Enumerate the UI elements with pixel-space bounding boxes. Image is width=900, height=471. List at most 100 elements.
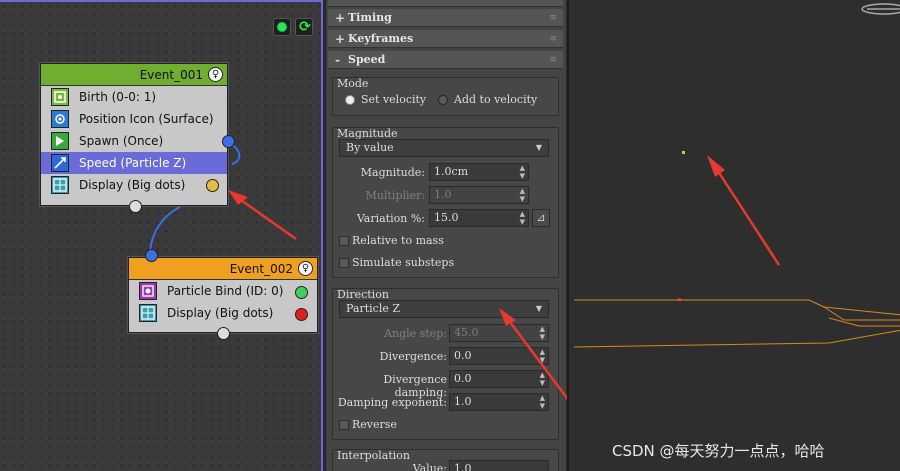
reverse-checkbox[interactable] xyxy=(339,420,349,430)
annotation-arrow-head xyxy=(707,155,725,177)
grip-icon: ≡ xyxy=(549,34,557,44)
display-color-swatch[interactable] xyxy=(206,179,219,192)
3d-viewport[interactable] xyxy=(567,0,900,471)
watermark: CSDN @每天努力一点点，哈哈 xyxy=(612,442,825,460)
triangle-icon-button[interactable]: ⊿ xyxy=(532,209,550,227)
operator-label: Birth (0-0: 1) xyxy=(79,90,157,104)
add-to-velocity-radio[interactable] xyxy=(438,95,448,105)
set-velocity-radio[interactable] xyxy=(345,95,355,105)
viewport-scene xyxy=(573,3,900,348)
spinner-value: 45.0 xyxy=(454,326,479,339)
spinner-arrows-icon[interactable]: ▲ ▼ xyxy=(520,187,525,203)
divergence-label: Divergence: xyxy=(379,350,447,363)
spinner-value: 0.0 xyxy=(454,349,472,362)
operator-speed[interactable]: Speed (Particle Z) xyxy=(41,152,227,174)
operator-particle-bind[interactable]: Particle Bind (ID: 0) xyxy=(129,280,317,302)
damping-exponent-label: Damping exponent: xyxy=(337,396,447,409)
operator-spawn[interactable]: Spawn (Once) xyxy=(41,130,227,152)
divergence-damping-spinner[interactable]: 0.0 ▲ ▼ xyxy=(449,370,549,388)
reverse-label: Reverse xyxy=(352,418,397,431)
event-002-node[interactable]: Event_002 ♀ Particle Bind (ID: 0) Displa… xyxy=(128,249,318,340)
event-001-output-port[interactable] xyxy=(129,200,142,213)
variation-spinner[interactable]: 15.0 ▲ ▼ xyxy=(429,209,529,227)
damping-exponent-spinner[interactable]: 1.0 ▲ ▼ xyxy=(449,393,549,411)
interpolation-group: Interpolation Value: 1.0 xyxy=(332,449,559,471)
dropdown-value: Particle Z xyxy=(346,302,400,315)
magnitude-mode-dropdown[interactable]: By value ▼ xyxy=(339,139,549,157)
magnitude-label: Magnitude: xyxy=(360,166,425,179)
position-icon xyxy=(51,110,69,128)
dropdown-arrow-icon: ▼ xyxy=(535,143,542,152)
angle-step-label: Angle step: xyxy=(384,327,447,340)
particle-view-node-editor[interactable]: ⟳ Event_001 ♀ Birth (0-0: 1) Position Ic… xyxy=(0,0,323,471)
event-001-header[interactable]: Event_001 ♀ xyxy=(41,64,227,86)
lightbulb-icon[interactable]: ♀ xyxy=(298,261,313,276)
rollout-speed[interactable]: - Speed ≡ xyxy=(328,51,563,69)
event-001-title: Event_001 xyxy=(139,68,203,82)
spawn-output-port[interactable] xyxy=(222,135,235,148)
operator-label: Display (Big dots) xyxy=(79,178,186,192)
relative-to-mass-label: Relative to mass xyxy=(352,234,444,247)
magnitude-spinner[interactable]: 1.0cm ▲ ▼ xyxy=(429,163,529,181)
variation-label: Variation %: xyxy=(356,212,425,225)
simulate-substeps-checkbox[interactable] xyxy=(339,258,349,268)
spinner-value: 1.0 xyxy=(454,395,472,408)
operator-display[interactable]: Display (Big dots) xyxy=(41,174,227,196)
operator-position-icon[interactable]: Position Icon (Surface) xyxy=(41,108,227,130)
spinner-arrows-icon[interactable]: ▲ ▼ xyxy=(540,325,545,341)
grip-icon: ≡ xyxy=(549,13,557,23)
direction-mode-dropdown[interactable]: Particle Z ▼ xyxy=(339,300,549,318)
mode-group: Mode Set velocity Add to velocity xyxy=(332,77,559,116)
birth-icon xyxy=(51,88,69,106)
magnitude-group: Magnitude By value ▼ Magnitude: 1.0cm ▲ ▼… xyxy=(332,127,559,278)
dropdown-value: By value xyxy=(346,141,394,154)
spinner-value: 1.0 xyxy=(434,188,452,201)
divergence-spinner[interactable]: 0.0 ▲ ▼ xyxy=(449,347,549,365)
add-to-velocity-label: Add to velocity xyxy=(454,93,538,106)
event-002-header[interactable]: Event_002 ♀ xyxy=(129,258,317,280)
collapse-sign: - xyxy=(335,53,340,67)
annotation-arrow-line xyxy=(712,164,781,266)
operator-display[interactable]: Display (Big dots) xyxy=(129,302,317,324)
speed-settings-panel[interactable]: + Timing ≡ + Keyframes ≡ - Speed ≡ Mode … xyxy=(325,0,567,471)
grid-line xyxy=(573,329,900,348)
grip-icon: ≡ xyxy=(549,55,557,65)
spinner-arrows-icon[interactable]: ▲ ▼ xyxy=(540,394,545,410)
angle-step-spinner[interactable]: 45.0 ▲ ▼ xyxy=(449,324,549,342)
operator-label: Spawn (Once) xyxy=(79,134,164,148)
spinner-arrows-icon[interactable]: ▲ ▼ xyxy=(520,164,525,180)
set-velocity-label: Set velocity xyxy=(361,93,427,106)
rollout-title: Keyframes xyxy=(348,32,414,45)
event-link-wire xyxy=(149,206,181,256)
display-color-swatch[interactable] xyxy=(295,308,308,321)
interpolation-value-spinner[interactable]: 1.0 xyxy=(449,460,549,471)
multiplier-spinner[interactable]: 1.0 ▲ ▼ xyxy=(429,186,529,204)
relative-to-mass-checkbox[interactable] xyxy=(339,236,349,246)
event-002-output-port[interactable] xyxy=(217,327,230,340)
operator-birth[interactable]: Birth (0-0: 1) xyxy=(41,86,227,108)
expand-sign: + xyxy=(335,11,346,25)
grid-line xyxy=(574,299,900,316)
lightbulb-icon[interactable]: ♀ xyxy=(208,67,223,82)
direction-group: Direction Particle Z ▼ Angle step: 45.0 … xyxy=(332,288,559,440)
rollout-timing[interactable]: + Timing ≡ xyxy=(328,9,563,27)
spawn-icon xyxy=(51,132,69,150)
group-title: Mode xyxy=(337,77,369,90)
display-icon xyxy=(139,304,157,322)
grid-line xyxy=(823,306,900,327)
spinner-arrows-icon[interactable]: ▲ ▼ xyxy=(520,210,525,226)
spinner-value: 0.0 xyxy=(454,372,472,385)
event-001-node[interactable]: Event_001 ♀ Birth (0-0: 1) Position Icon… xyxy=(40,63,235,213)
group-title: Interpolation xyxy=(337,449,411,462)
event-002-input-port[interactable] xyxy=(145,249,158,262)
rollout-keyframes[interactable]: + Keyframes ≡ xyxy=(328,30,563,48)
spinner-value: 1.0cm xyxy=(434,165,469,178)
spinner-arrows-icon[interactable]: ▲ ▼ xyxy=(540,371,545,387)
operator-label: Particle Bind (ID: 0) xyxy=(167,284,284,298)
simulate-substeps-label: Simulate substeps xyxy=(352,256,455,269)
rollout-title: Timing xyxy=(348,11,392,24)
rollout-top xyxy=(328,0,563,7)
spinner-arrows-icon[interactable]: ▲ ▼ xyxy=(540,348,545,364)
multiplier-label: Multiplier: xyxy=(365,189,425,202)
particle-dot xyxy=(682,151,685,154)
